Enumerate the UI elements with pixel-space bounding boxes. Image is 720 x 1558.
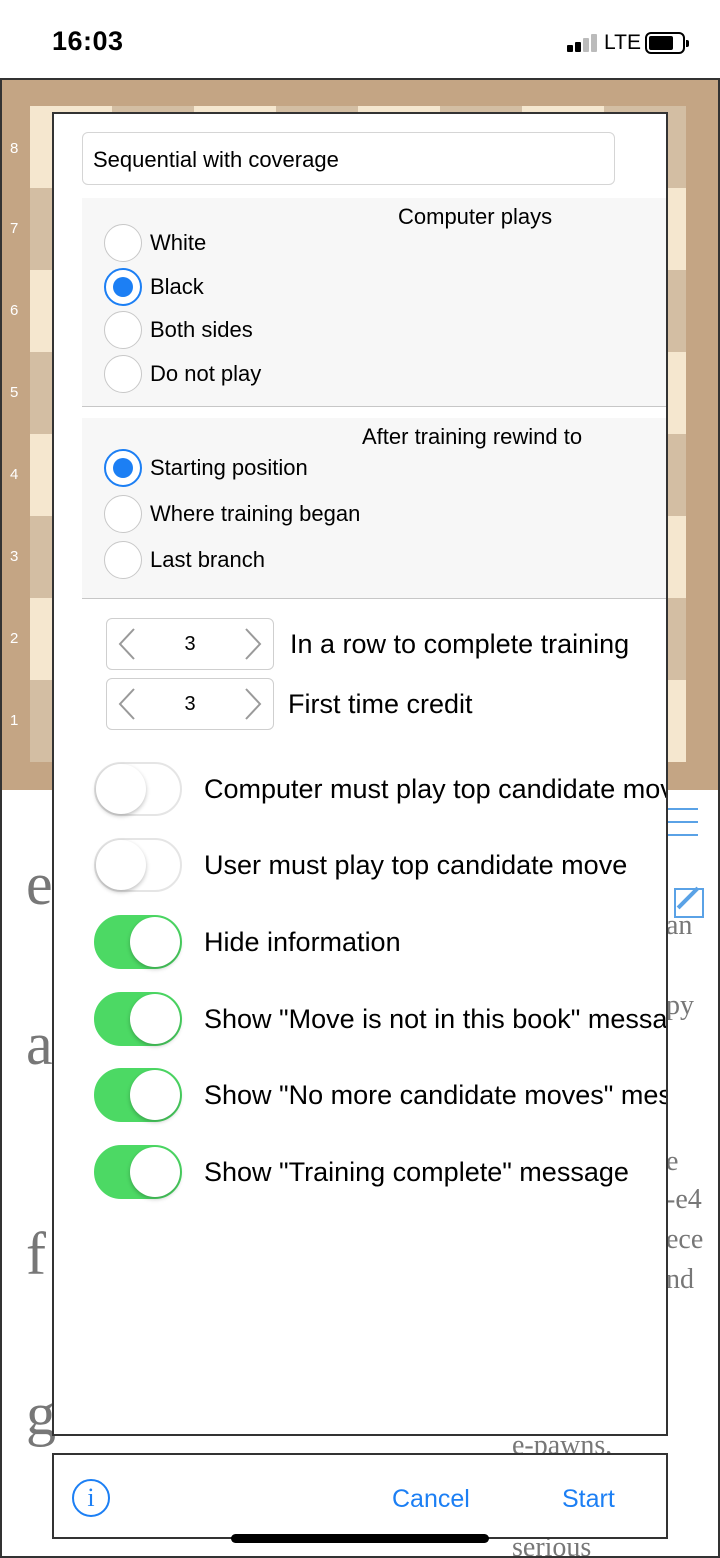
radio-where-training-began[interactable]: Where training began (104, 495, 360, 533)
radio-button[interactable] (104, 495, 142, 533)
toggle-label: Hide information (204, 927, 401, 957)
radio-label: Both sides (150, 317, 253, 342)
book-text: -e4 (666, 1184, 702, 1215)
hide-information-toggle[interactable] (94, 915, 182, 969)
radio-starting-position[interactable]: Starting position (104, 449, 308, 487)
radio-button[interactable] (104, 449, 142, 487)
radio-button[interactable] (104, 268, 142, 306)
toggle-label: Show "Move is not in this book" message (204, 1004, 668, 1034)
book-letter: e (26, 851, 53, 917)
rewind-title: After training rewind to (362, 424, 583, 449)
first-time-credit-stepper[interactable]: 3 (106, 678, 274, 730)
info-icon[interactable]: i (72, 1479, 110, 1517)
rank-label: 4 (10, 466, 19, 483)
toggle-label: Computer must play top candidate move (204, 774, 668, 804)
move-not-in-book-toggle[interactable] (94, 992, 182, 1046)
in-a-row-stepper[interactable]: 3 (106, 618, 274, 670)
rank-label: 5 (10, 384, 19, 401)
training-mode-field[interactable]: Sequential with coverage (82, 132, 615, 185)
book-letter: a (26, 1011, 53, 1077)
cancel-button[interactable]: Cancel (392, 1485, 470, 1514)
radio-label: Do not play (150, 361, 262, 386)
toggle-label: Show "Training complete" message (204, 1157, 629, 1187)
radio-both-sides[interactable]: Both sides (104, 311, 253, 349)
status-bar: 16:03 LTE (0, 0, 720, 78)
radio-label: Last branch (150, 547, 265, 572)
radio-button[interactable] (104, 224, 142, 262)
radio-label: Starting position (150, 455, 308, 480)
signal-icon (567, 34, 601, 52)
network-type: LTE (604, 31, 641, 54)
chevron-right-icon[interactable] (243, 627, 263, 661)
toggle-label: User must play top candidate move (204, 850, 628, 880)
book-letter: f (26, 1221, 46, 1287)
rank-label: 6 (10, 302, 19, 319)
book-text: nd (666, 1264, 694, 1295)
radio-button[interactable] (104, 355, 142, 393)
book-text: ece (666, 1224, 704, 1255)
rank-label: 3 (10, 548, 19, 565)
book-text: py (666, 990, 694, 1021)
menu-icon[interactable] (668, 808, 698, 836)
rewind-group: After training rewind to Starting positi… (82, 418, 666, 598)
rank-label: 1 (10, 712, 19, 729)
user-top-candidate-toggle[interactable] (94, 838, 182, 892)
battery-icon (645, 32, 689, 54)
no-more-candidates-toggle[interactable] (94, 1068, 182, 1122)
home-indicator[interactable] (231, 1534, 489, 1543)
toggle-label: Show "No more candidate moves" message (204, 1080, 668, 1110)
divider (82, 406, 666, 407)
radio-label: Where training began (150, 501, 361, 526)
book-text: an (666, 910, 693, 941)
rank-label: 2 (10, 630, 19, 647)
status-time: 16:03 (52, 26, 124, 56)
radio-black[interactable]: Black (104, 268, 204, 306)
divider (82, 598, 666, 599)
chevron-right-icon[interactable] (243, 687, 263, 721)
rank-label: 7 (10, 220, 19, 237)
first-time-credit-label: First time credit (288, 689, 473, 719)
training-complete-toggle[interactable] (94, 1145, 182, 1199)
computer-top-candidate-toggle[interactable] (94, 762, 182, 816)
radio-button[interactable] (104, 541, 142, 579)
radio-white[interactable]: White (104, 224, 206, 262)
radio-last-branch[interactable]: Last branch (104, 541, 265, 579)
computer-plays-title: Computer plays (398, 204, 553, 229)
radio-label: White (150, 230, 207, 255)
computer-plays-group: Computer plays White Black Both sides Do… (82, 198, 666, 406)
start-button[interactable]: Start (562, 1485, 615, 1514)
dialog-toolbar: i Cancel Start (52, 1453, 668, 1539)
rank-label: 8 (10, 140, 19, 157)
training-settings-dialog: Sequential with coverage Computer plays … (52, 112, 668, 1436)
radio-do-not-play[interactable]: Do not play (104, 355, 261, 393)
radio-label: Black (150, 274, 204, 299)
in-a-row-label: In a row to complete training (290, 629, 630, 659)
radio-button[interactable] (104, 311, 142, 349)
